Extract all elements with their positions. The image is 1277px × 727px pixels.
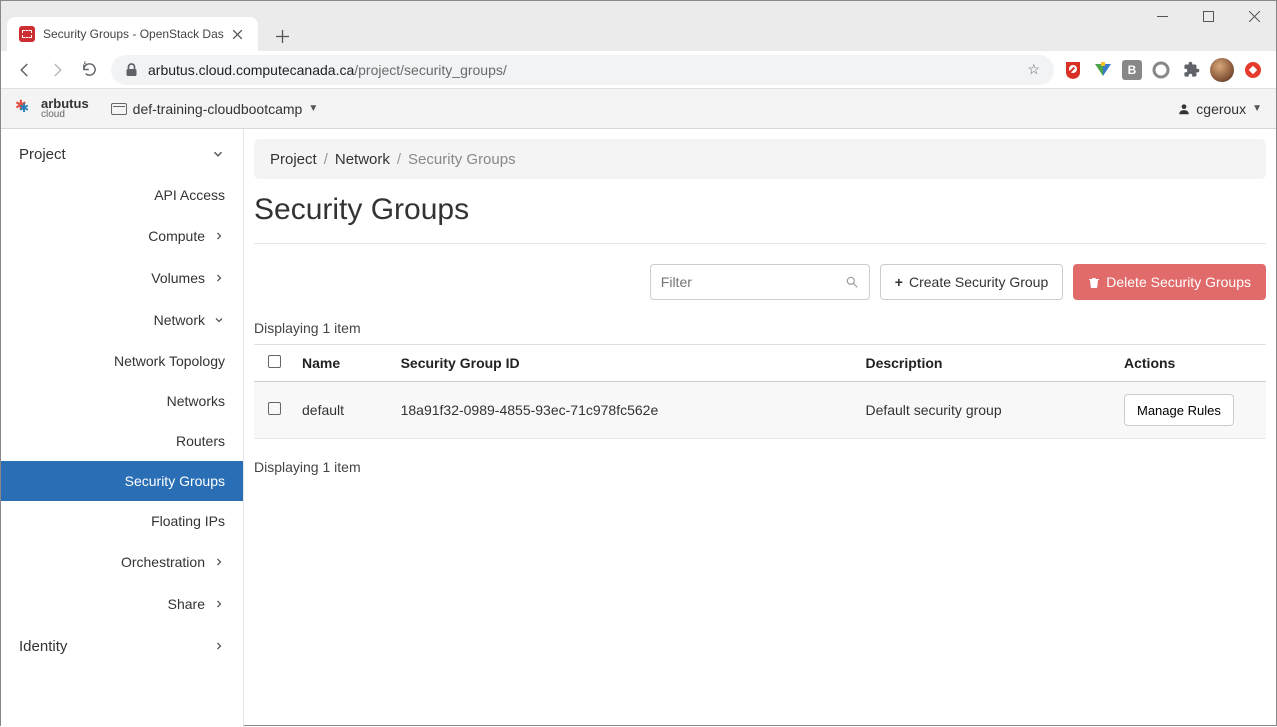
plus-icon: + [895,274,903,290]
filter-input[interactable] [661,274,845,290]
cell-name: default [294,382,393,439]
sidebar-item-orchestration[interactable]: Orchestration [1,541,243,583]
delete-security-groups-button[interactable]: Delete Security Groups [1073,264,1266,300]
window-maximize-button[interactable] [1185,0,1231,32]
chevron-right-icon [213,230,225,242]
sidebar-item-networks[interactable]: Networks [1,381,243,421]
col-name[interactable]: Name [294,345,393,382]
sidebar-item-floating-ips[interactable]: Floating IPs [1,501,243,541]
chevron-right-icon [213,556,225,568]
reload-button[interactable] [73,54,105,86]
sidebar-item-network[interactable]: Network [1,299,243,341]
create-security-group-button[interactable]: + Create Security Group [880,264,1063,300]
ext-translate-icon[interactable] [1092,59,1114,81]
breadcrumb-current: Security Groups [408,151,516,168]
project-switcher[interactable]: def-training-cloudbootcamp ▼ [111,101,319,117]
search-icon[interactable] [845,275,859,289]
sidebar: Project API Access Compute Volumes Netwo… [1,129,244,727]
sidebar-item-share[interactable]: Share [1,583,243,625]
project-icon [111,103,127,115]
url-text: arbutus.cloud.computecanada.ca/project/s… [148,62,1027,78]
project-name: def-training-cloudbootcamp [133,101,303,117]
caret-down-icon: ▼ [1252,103,1262,114]
col-desc[interactable]: Description [857,345,1116,382]
trash-icon [1088,276,1100,289]
brand-sub: cloud [41,110,89,120]
item-count-bottom: Displaying 1 item [254,459,1266,475]
sidebar-item-volumes[interactable]: Volumes [1,257,243,299]
select-all-checkbox[interactable] [268,355,281,368]
brand-logo[interactable]: arbutus cloud [15,97,89,120]
star-icon[interactable]: ☆ [1027,61,1040,78]
favicon-icon [19,26,35,42]
lock-icon [125,63,138,77]
filter-input-wrapper [650,264,870,300]
page-title: Security Groups [254,193,1266,227]
sidebar-item-compute[interactable]: Compute [1,215,243,257]
manage-rules-button[interactable]: Manage Rules [1124,394,1234,426]
breadcrumb-project[interactable]: Project [270,151,317,168]
browser-tab[interactable]: Security Groups - OpenStack Das [7,17,258,51]
chevron-right-icon [213,640,225,652]
chevron-right-icon [213,598,225,610]
window-close-button[interactable] [1231,0,1277,32]
user-icon [1177,102,1191,116]
brand-logo-icon [15,99,35,119]
ext-bitwarden-icon[interactable]: B [1122,60,1142,80]
col-actions: Actions [1116,345,1266,382]
ext-ublock-icon[interactable] [1062,59,1084,81]
sidebar-item-routers[interactable]: Routers [1,421,243,461]
item-count-top: Displaying 1 item [254,320,1266,336]
breadcrumb-network[interactable]: Network [335,151,390,168]
username: cgeroux [1196,101,1246,117]
row-checkbox[interactable] [268,402,281,415]
back-button[interactable] [9,54,41,86]
cell-sgid: 18a91f32-0989-4855-93ec-71c978fc562e [393,382,858,439]
user-menu[interactable]: cgeroux ▼ [1177,101,1262,117]
sidebar-item-network-topology[interactable]: Network Topology [1,341,243,381]
security-groups-table: Name Security Group ID Description Actio… [254,344,1266,439]
window-minimize-button[interactable] [1139,0,1185,32]
breadcrumb: Project / Network / Security Groups [254,139,1266,179]
chevron-down-icon [211,147,225,161]
chevron-right-icon [213,272,225,284]
extensions-icon[interactable] [1180,59,1202,81]
sidebar-item-api-access[interactable]: API Access [1,175,243,215]
forward-button[interactable] [41,54,73,86]
table-row: default 18a91f32-0989-4855-93ec-71c978fc… [254,382,1266,439]
address-bar[interactable]: arbutus.cloud.computecanada.ca/project/s… [111,55,1054,85]
ext-circle-icon[interactable] [1150,59,1172,81]
cell-desc: Default security group [857,382,1116,439]
sidebar-item-identity[interactable]: Identity [1,625,243,667]
caret-down-icon: ▼ [308,103,318,114]
chevron-down-icon [213,314,225,326]
profile-avatar[interactable] [1210,58,1234,82]
tab-close-button[interactable] [230,26,246,42]
col-sgid[interactable]: Security Group ID [393,345,858,382]
tab-title: Security Groups - OpenStack Das [43,27,224,41]
new-tab-button[interactable] [268,21,298,51]
sidebar-item-project[interactable]: Project [1,133,243,175]
sidebar-item-security-groups[interactable]: Security Groups [1,461,243,501]
ext-red-diamond-icon[interactable] [1242,59,1264,81]
